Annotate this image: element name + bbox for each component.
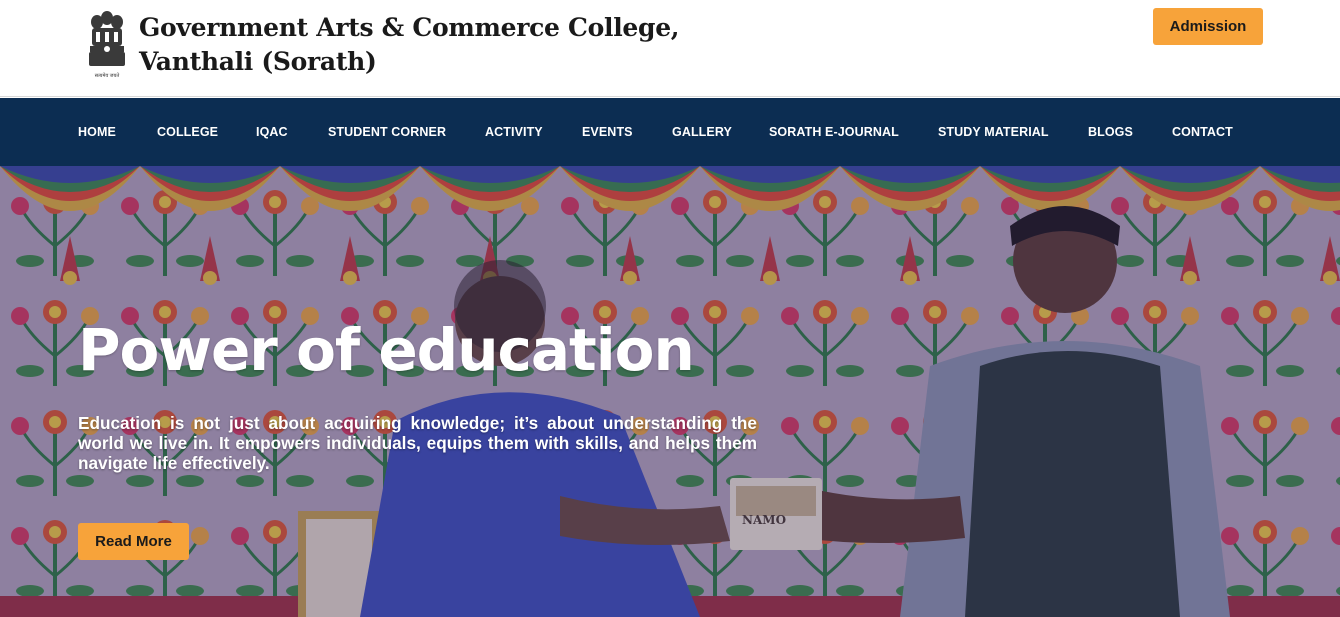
nav-item-study-material[interactable]: STUDY MATERIAL <box>938 98 1049 166</box>
college-name[interactable]: Government Arts & Commerce College, Vant… <box>139 11 680 79</box>
main-navigation: HOME COLLEGE IQAC STUDENT CORNER ACTIVIT… <box>0 98 1340 166</box>
hero-overlay <box>0 166 1340 617</box>
college-name-line1: Government Arts & Commerce College, <box>139 13 680 42</box>
nav-item-gallery[interactable]: GALLERY <box>672 98 732 166</box>
hero-banner: NAMO Power of education Education is not… <box>0 166 1340 617</box>
hero-title: Power of education <box>78 316 695 384</box>
hero-description: Education is not just about acquiring kn… <box>78 413 757 473</box>
nav-item-iqac[interactable]: IQAC <box>256 98 288 166</box>
nav-item-sorath-e-journal[interactable]: SORATH E-JOURNAL <box>769 98 899 166</box>
read-more-button[interactable]: Read More <box>78 523 189 560</box>
nav-item-home[interactable]: HOME <box>78 98 116 166</box>
nav-item-events[interactable]: EVENTS <box>582 98 633 166</box>
nav-item-blogs[interactable]: BLOGS <box>1088 98 1133 166</box>
college-name-line2: Vanthali (Sorath) <box>139 47 377 76</box>
nav-item-contact[interactable]: CONTACT <box>1172 98 1233 166</box>
emblem-caption: सत्यमेव जयते <box>95 72 120 79</box>
admission-button[interactable]: Admission <box>1153 8 1263 45</box>
nav-item-activity[interactable]: ACTIVITY <box>485 98 543 166</box>
site-header: सत्यमेव जयते Government Arts & Commerce … <box>0 0 1340 97</box>
nav-item-student-corner[interactable]: STUDENT CORNER <box>328 98 446 166</box>
nav-item-college[interactable]: COLLEGE <box>157 98 218 166</box>
national-emblem-icon[interactable]: सत्यमेव जयते <box>84 8 130 80</box>
